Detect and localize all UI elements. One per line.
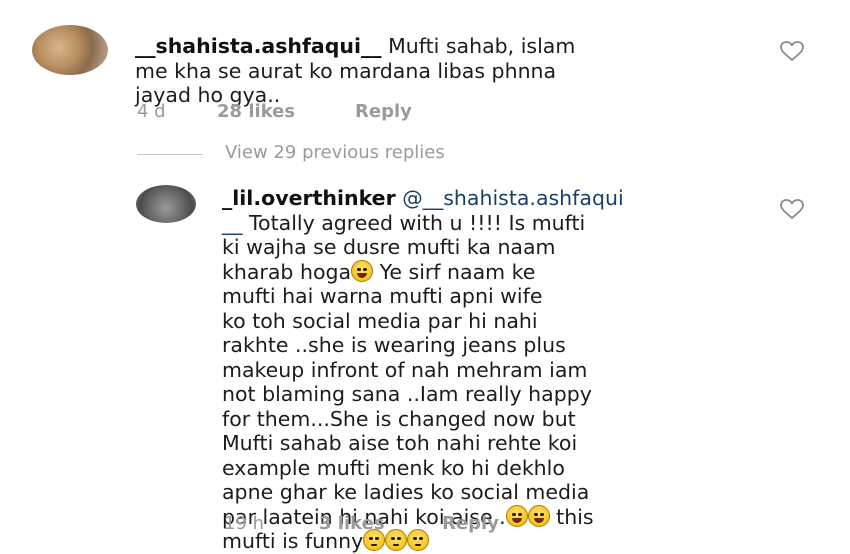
comment-2-username[interactable]: _lil.overthinker (222, 186, 396, 210)
comment-1-username[interactable]: __shahista.ashfaqui__ (135, 34, 382, 58)
comment-2-body: _lil.overthinker @__shahista.ashfaqui __… (222, 186, 782, 554)
avatar-lil-overthinker[interactable] (136, 185, 196, 223)
view-previous-replies-button[interactable]: View 29 previous replies (225, 142, 445, 163)
like-heart-icon[interactable] (779, 40, 805, 62)
avatar-shahista[interactable] (32, 25, 108, 75)
comment-2-likes[interactable]: 3 likes (319, 513, 385, 534)
laughing-emoji-icon (351, 259, 374, 282)
comment-2-mention[interactable]: @__shahista.ashfaqui (396, 186, 623, 210)
comment-1-time: 4 d (137, 101, 166, 122)
comment-2-reply-button[interactable]: Reply (442, 513, 499, 534)
laughing-emoji-icon (527, 504, 550, 527)
like-heart-icon[interactable] (779, 198, 805, 220)
replies-divider (137, 154, 203, 155)
no-mouth-emoji-icon (407, 529, 430, 551)
laughing-emoji-icon (505, 504, 528, 527)
comment-1-likes[interactable]: 28 likes (217, 101, 295, 122)
no-mouth-emoji-icon (385, 529, 408, 551)
comment-2-mention-tail[interactable]: __ (222, 211, 243, 235)
comment-1-body: __shahista.ashfaqui__ Mufti sahab, islam… (135, 34, 775, 108)
comment-1-reply-button[interactable]: Reply (355, 101, 412, 122)
comment-2-time: 19 h (224, 513, 265, 534)
comment-2-text-b: Ye sirf naam ke mufti hai warna mufti ap… (222, 259, 592, 529)
